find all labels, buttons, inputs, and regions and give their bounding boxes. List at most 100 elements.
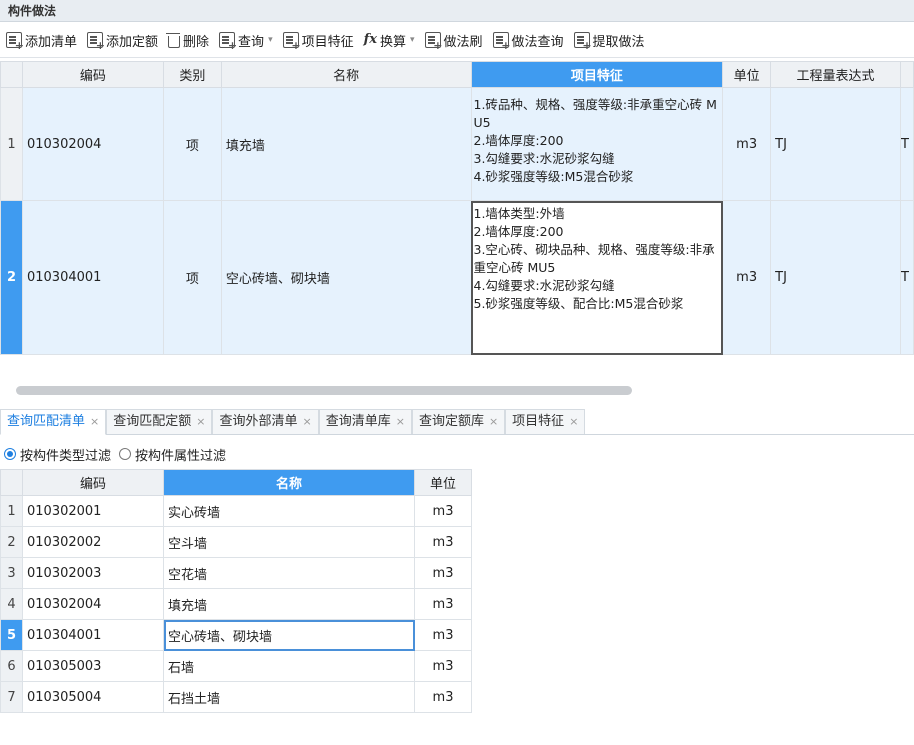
col-header-name[interactable]: 名称 (220, 61, 472, 88)
col-header-features[interactable]: 项目特征 (470, 61, 724, 88)
tab-query-2[interactable]: 查询外部清单 × (212, 409, 319, 434)
cell-code[interactable]: 010302002 (22, 526, 164, 558)
row-number[interactable]: 1 (0, 87, 23, 201)
row-number[interactable]: 2 (0, 200, 23, 355)
radio-selected-icon[interactable] (4, 448, 16, 460)
tab-query-1[interactable]: 查询匹配定额 × (106, 409, 213, 434)
toolbar-button-method-query[interactable]: 做法查询 (491, 27, 570, 53)
cell-unit[interactable]: m3 (414, 557, 472, 589)
query-tabs: 查询匹配清单 × 查询匹配定额 × 查询外部清单 × 查询清单库 × 查询定额库 × 项目特征 × (0, 409, 914, 435)
toolbar-button-query[interactable]: 查询▾ (217, 27, 279, 53)
row-number[interactable]: 3 (0, 557, 23, 589)
table-row[interactable]: 1 010302004 项 填充墙 1.砖品种、规格、强度等级:非承重空心砖 M… (0, 87, 914, 201)
cell-name[interactable]: 石墙 (163, 650, 415, 682)
col-header-unit[interactable]: 单位 (414, 469, 472, 496)
cell-name[interactable]: 空心砖墙、砌块墙 (163, 619, 415, 651)
toolbar-button-trash[interactable]: 删除 (166, 27, 215, 53)
toolbar-button-add-quota[interactable]: 添加定额 (85, 27, 164, 53)
table-row[interactable]: 2 010304001 项 空心砖墙、砌块墙 1.墙体类型:外墙 2.墙体厚度:… (0, 200, 914, 355)
toolbar-button-label: 添加定额 (106, 34, 159, 50)
trash-icon (166, 32, 181, 48)
row-number[interactable]: 4 (0, 588, 23, 620)
cell-name[interactable]: 石挡土墙 (163, 681, 415, 713)
col-header-name[interactable]: 名称 (163, 469, 415, 496)
toolbar-button-feature[interactable]: 项目特征 (281, 27, 360, 53)
row-number[interactable]: 7 (0, 681, 23, 713)
cell-code[interactable]: 010302003 (22, 557, 164, 589)
toolbar-button-fx[interactable]: fx 换算 ▾ (362, 27, 421, 53)
cell-features[interactable]: 1.墙体类型:外墙 2.墙体厚度:200 3.空心砖、砌块品种、规格、强度等级:… (470, 200, 724, 355)
table-row[interactable]: 2 010302002 空斗墙 m3 (0, 526, 472, 558)
close-icon[interactable]: × (569, 415, 578, 428)
cell-code[interactable]: 010305003 (22, 650, 164, 682)
cell-expression[interactable]: TJ (770, 87, 901, 201)
cell-category[interactable]: 项 (162, 200, 222, 355)
toolbar-button-add-list[interactable]: 添加清单 (4, 27, 83, 53)
cell-extra[interactable]: T (899, 87, 914, 201)
cell-code[interactable]: 010305004 (22, 681, 164, 713)
cell-extra[interactable]: T (899, 200, 914, 355)
toolbar-button-label: 做法刷 (443, 34, 483, 50)
col-header-code[interactable]: 编码 (21, 61, 164, 88)
row-number[interactable]: 1 (0, 495, 23, 527)
table-row[interactable]: 3 010302003 空花墙 m3 (0, 557, 472, 589)
cell-code[interactable]: 010302004 (21, 87, 164, 201)
cell-code[interactable]: 010304001 (21, 200, 164, 355)
tab-label: 查询匹配清单 (7, 414, 86, 429)
table-row[interactable]: 4 010302004 填充墙 m3 (0, 588, 472, 620)
cell-unit[interactable]: m3 (722, 200, 772, 355)
toolbar-button-extract[interactable]: 提取做法 (572, 27, 651, 53)
col-header-category[interactable]: 类别 (162, 61, 222, 88)
cell-code[interactable]: 010302001 (22, 495, 164, 527)
cell-features[interactable]: 1.砖品种、规格、强度等级:非承重空心砖 MU5 2.墙体厚度:200 3.勾缝… (470, 87, 724, 201)
toolbar-button-brush[interactable]: 做法刷 (423, 27, 489, 53)
row-number[interactable]: 2 (0, 526, 23, 558)
cell-name[interactable]: 填充墙 (220, 87, 472, 201)
tab-query-5[interactable]: 项目特征 × (505, 409, 586, 434)
cell-code[interactable]: 010302004 (22, 588, 164, 620)
tab-query-4[interactable]: 查询定额库 × (411, 409, 506, 434)
tab-label: 查询外部清单 (219, 414, 298, 429)
close-icon[interactable]: × (302, 415, 311, 428)
radio-unselected-icon[interactable] (119, 448, 132, 460)
table-row[interactable]: 5 010304001 空心砖墙、砌块墙 m3 (0, 619, 472, 651)
cell-unit[interactable]: m3 (414, 650, 472, 682)
close-icon[interactable]: × (396, 415, 405, 428)
close-icon[interactable]: × (489, 415, 498, 428)
tab-query-0[interactable]: 查询匹配清单 × (0, 409, 107, 435)
cell-name[interactable]: 空心砖墙、砌块墙 (220, 200, 472, 355)
chevron-down-icon[interactable]: ▾ (268, 35, 273, 45)
add-list-icon (6, 32, 24, 52)
cell-name[interactable]: 实心砖墙 (163, 495, 415, 527)
cell-unit[interactable]: m3 (414, 619, 472, 651)
col-header-expression[interactable]: 工程量表达式 (770, 61, 901, 88)
col-header-code[interactable]: 编码 (22, 469, 164, 496)
horizontal-scrollbar[interactable] (16, 386, 632, 395)
close-icon[interactable]: × (90, 415, 99, 428)
table-row[interactable]: 1 010302001 实心砖墙 m3 (0, 495, 472, 527)
cell-name[interactable]: 填充墙 (163, 588, 415, 620)
col-header-extra[interactable] (899, 61, 914, 88)
filter-by-type-option[interactable]: 按构件类型过滤 (4, 445, 111, 464)
cell-name[interactable]: 空斗墙 (163, 526, 415, 558)
filter-by-attribute-option[interactable]: 按构件属性过滤 (119, 445, 226, 464)
cell-unit[interactable]: m3 (722, 87, 772, 201)
toolbar: 添加清单 添加定额删除查询▾项目特征fx换算▾ 做法刷做法查询提取做法 (0, 23, 914, 58)
cell-expression[interactable]: TJ (770, 200, 901, 355)
cell-unit[interactable]: m3 (414, 526, 472, 558)
cell-name[interactable]: 空花墙 (163, 557, 415, 589)
close-icon[interactable]: × (196, 415, 205, 428)
row-number[interactable]: 6 (0, 650, 23, 682)
tab-query-3[interactable]: 查询清单库 × (318, 409, 412, 434)
col-header-unit[interactable]: 单位 (722, 61, 772, 88)
cell-category[interactable]: 项 (162, 87, 222, 201)
table-row[interactable]: 6 010305003 石墙 m3 (0, 650, 472, 682)
chevron-down-icon[interactable]: ▾ (410, 35, 415, 45)
cell-unit[interactable]: m3 (414, 495, 472, 527)
row-number[interactable]: 5 (0, 619, 23, 651)
table-row[interactable]: 7 010305004 石挡土墙 m3 (0, 681, 472, 713)
cell-code[interactable]: 010304001 (22, 619, 164, 651)
bill-table-header: 编码 类别 名称 项目特征 单位 工程量表达式 (0, 61, 914, 88)
cell-unit[interactable]: m3 (414, 681, 472, 713)
cell-unit[interactable]: m3 (414, 588, 472, 620)
